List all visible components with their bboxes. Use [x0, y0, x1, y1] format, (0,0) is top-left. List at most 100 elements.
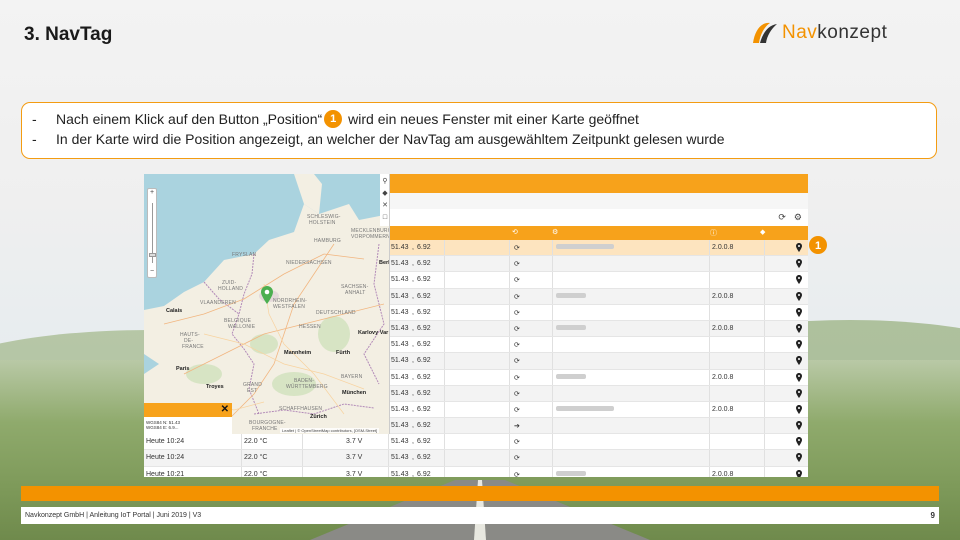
- magnifier-icon[interactable]: ⚲: [381, 178, 389, 186]
- cell-separator: ,: [412, 454, 414, 462]
- cell-separator: ,: [412, 341, 414, 349]
- position-button-icon[interactable]: [796, 259, 802, 269]
- square-icon[interactable]: □: [381, 214, 389, 222]
- logo-mark-icon: [753, 22, 777, 43]
- navkonzept-logo: Navkonzept: [750, 18, 940, 48]
- bullet-1: - Nach einem Klick auf den Button „Posit…: [32, 109, 926, 129]
- cell-version: 2.0.0.8: [712, 470, 734, 477]
- bullet-1-text-before: Nach einem Klick auf den Button „Positio…: [56, 111, 323, 127]
- position-button-icon[interactable]: [796, 356, 802, 366]
- cell-temperature: 22.0 °C: [244, 470, 268, 477]
- map-region-label: VORPOMMERN: [351, 234, 390, 240]
- cell-latitude: 51.43: [391, 341, 409, 349]
- cell-separator: ,: [412, 308, 414, 316]
- table-title-bar: [390, 174, 808, 193]
- cell-separator: ,: [412, 260, 414, 268]
- zoom-out-icon[interactable]: −: [148, 268, 156, 275]
- position-button-icon[interactable]: [796, 469, 802, 477]
- cell-latitude: 51.43: [391, 438, 409, 446]
- footer-text: Navkonzept GmbH | Anleitung IoT Portal |…: [25, 512, 202, 519]
- fullscreen-icon[interactable]: ✕: [381, 202, 389, 210]
- position-popup: ✕ WGS84 N: 51.43 WGS84 E: 6.9...: [144, 403, 232, 434]
- zoom-slider-handle[interactable]: [149, 253, 156, 257]
- map-city-label: Paris: [176, 366, 190, 372]
- table-row[interactable]: Heute 10:24 22.0 °C 3.7 V 51.43, 6.92 ⟳: [144, 450, 808, 467]
- table-row[interactable]: Heute 10:21 22.0 °C 3.7 V 51.43, 6.92 ⟳ 2.0.0.…: [144, 466, 808, 477]
- position-button-icon[interactable]: [796, 437, 802, 447]
- cell-separator: ,: [412, 438, 414, 446]
- cell-voltage: 3.7 V: [346, 454, 363, 462]
- cell-voltage: 3.7 V: [346, 438, 363, 446]
- position-map[interactable]: SCHLESWIG- HOLSTEIN HAMBURG MECKLENBURG- VOR…: [144, 174, 390, 434]
- position-button-icon[interactable]: [796, 453, 802, 463]
- cell-separator: ,: [412, 276, 414, 284]
- position-button-icon[interactable]: [796, 388, 802, 398]
- position-button-icon[interactable]: [796, 340, 802, 350]
- header-info-icon[interactable]: ⓘ: [710, 228, 717, 238]
- cell-longitude: 6.92: [417, 405, 431, 413]
- cell-separator: ,: [412, 405, 414, 413]
- logo-text-konzept: konzept: [817, 22, 888, 43]
- table-row[interactable]: Heute 10:24 22.0 °C 3.7 V 51.43, 6.92 ⟳: [144, 434, 808, 451]
- map-region-label: EST: [247, 388, 258, 394]
- position-button-icon[interactable]: [796, 275, 802, 285]
- map-attribution[interactable]: Leaflet | © OpenStreetMap contributors, …: [280, 428, 380, 433]
- cell-status-icon: ⟳: [514, 358, 520, 366]
- map-region-label: WALLONIE: [228, 324, 256, 330]
- cell-longitude: 6.92: [417, 308, 431, 316]
- cell-voltage: 3.7 V: [346, 470, 363, 477]
- page-number: 9: [930, 511, 935, 520]
- position-button-icon[interactable]: [796, 372, 802, 382]
- refresh-icon[interactable]: ⟳: [778, 212, 786, 223]
- logo-text-nav: Nav: [782, 22, 818, 43]
- cell-longitude: 6.92: [417, 373, 431, 381]
- cell-separator: ,: [412, 324, 414, 332]
- popup-header: ✕: [144, 403, 232, 417]
- map-region-label: HOLLAND: [218, 286, 244, 292]
- cell-status-icon: ⟳: [514, 309, 520, 317]
- cell-date: Heute 10:24: [146, 454, 185, 462]
- bullet-2-text: In der Karte wird die Position angezeigt…: [56, 131, 725, 147]
- cell-status-icon: ⟳: [514, 439, 520, 447]
- map-marker-icon[interactable]: [261, 286, 273, 304]
- position-button-icon[interactable]: [796, 323, 802, 333]
- map-region-label: FRANCE: [182, 344, 204, 350]
- position-button-icon[interactable]: [796, 421, 802, 431]
- bullet-2: - In der Karte wird die Position angezei…: [32, 129, 926, 149]
- info-box: - Nach einem Klick auf den Button „Posit…: [21, 102, 937, 159]
- zoom-slider[interactable]: + −: [147, 188, 157, 278]
- header-rotate-icon[interactable]: ⟲: [512, 228, 518, 236]
- cell-status-icon: ⟳: [514, 261, 520, 269]
- map-region-label: BAYERN: [341, 374, 363, 380]
- map-city-label: Karlovy Var: [358, 330, 389, 336]
- footer: Navkonzept GmbH | Anleitung IoT Portal |…: [21, 507, 939, 524]
- settings-icon[interactable]: ⚙: [794, 212, 802, 223]
- cell-separator: ,: [412, 389, 414, 397]
- cell-version: 2.0.0.8: [712, 244, 734, 251]
- cell-latitude: 51.43: [391, 292, 409, 300]
- zoom-in-icon[interactable]: +: [148, 189, 156, 196]
- position-button-icon[interactable]: [796, 307, 802, 317]
- cell-separator: ,: [412, 422, 414, 430]
- redacted-info: [556, 373, 586, 379]
- position-button-icon[interactable]: [796, 243, 802, 252]
- map-city-label: Calais: [166, 308, 183, 314]
- cell-date: Heute 10:21: [146, 470, 185, 477]
- header-sort-icon[interactable]: ◆: [760, 228, 765, 236]
- redacted-info: [556, 405, 614, 411]
- redacted-info: [556, 324, 586, 330]
- cell-longitude: 6.92: [417, 244, 431, 251]
- map-region-label: HOLSTEIN: [309, 220, 336, 226]
- cell-version: 2.0.0.8: [712, 405, 734, 413]
- header-gear-icon[interactable]: ⚙: [552, 228, 558, 236]
- table-filter-strip: [390, 193, 808, 209]
- layers-icon[interactable]: ◆: [381, 190, 389, 198]
- cell-status-icon: ⟳: [514, 342, 520, 350]
- redacted-info: [556, 470, 586, 476]
- map-region-label: ANHALT: [345, 290, 366, 296]
- position-button-icon[interactable]: [796, 291, 802, 301]
- slide-title: 3. NavTag: [24, 24, 113, 45]
- close-icon[interactable]: ✕: [221, 404, 229, 415]
- map-region-label: WESTFALEN: [273, 304, 306, 310]
- position-button-icon[interactable]: [796, 404, 802, 414]
